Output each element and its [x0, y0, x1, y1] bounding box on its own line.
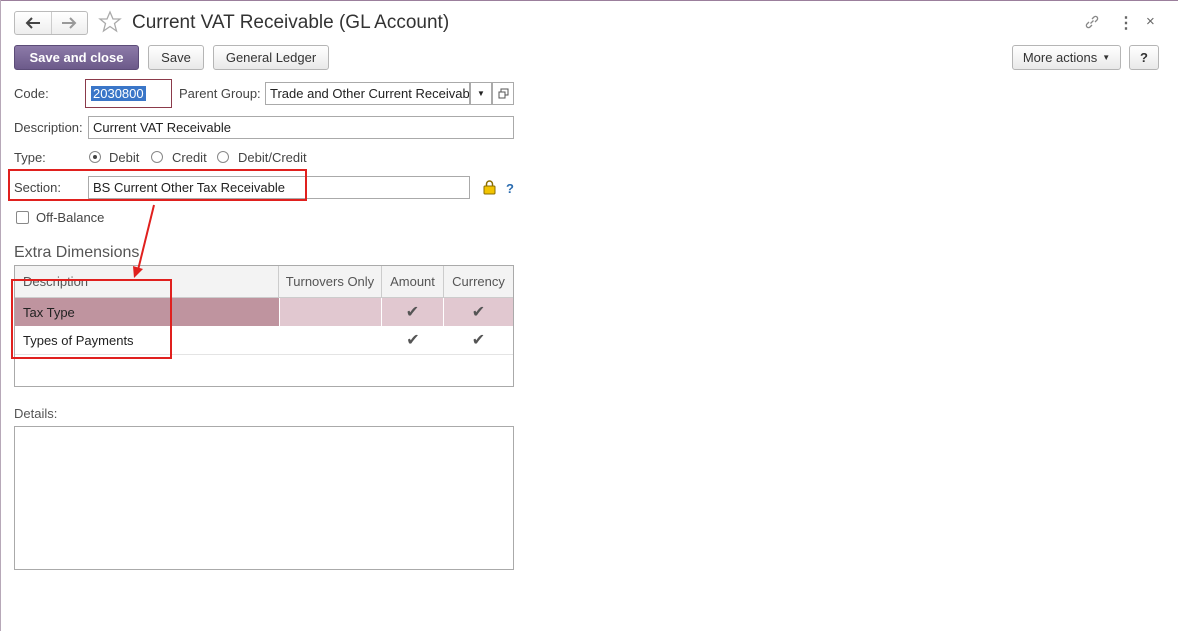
save-button[interactable]: Save [148, 45, 204, 70]
arrow-left-icon [25, 17, 40, 29]
more-actions-label: More actions [1022, 50, 1098, 65]
type-debit-credit-radio[interactable] [217, 151, 229, 163]
section-help-icon[interactable]: ? [506, 181, 514, 196]
code-value: 2030800 [91, 86, 146, 101]
more-menu-icon[interactable]: ⋮ [1118, 13, 1134, 33]
checkmark-icon: ✔ [471, 332, 486, 349]
description-input[interactable]: Current VAT Receivable [88, 116, 514, 139]
code-input[interactable]: 2030800 [85, 79, 172, 108]
annotation-highlight-section [8, 169, 307, 201]
column-header-currency[interactable]: Currency [444, 266, 513, 297]
page-title: Current VAT Receivable (GL Account) [132, 12, 450, 33]
annotation-arrow-icon [133, 204, 155, 278]
link-icon[interactable] [1084, 14, 1100, 33]
arrow-right-icon [62, 17, 77, 29]
type-label: Type: [14, 150, 46, 165]
type-credit-radio[interactable] [151, 151, 163, 163]
row-turnovers-only-cell[interactable] [279, 298, 382, 326]
lock-icon[interactable] [483, 179, 496, 198]
chevron-down-icon: ▼ [477, 89, 485, 98]
type-credit-label: Credit [172, 150, 207, 165]
annotation-highlight-dimensions [11, 279, 172, 359]
row-amount-cell[interactable]: ✔ [382, 326, 444, 354]
save-and-close-button[interactable]: Save and close [14, 45, 139, 70]
general-ledger-button[interactable]: General Ledger [213, 45, 329, 70]
extra-dimensions-title: Extra Dimensions [14, 244, 140, 261]
window-left-border [0, 0, 1, 631]
parent-group-open-button[interactable] [492, 82, 514, 105]
parent-group-input[interactable]: Trade and Other Current Receivabl [265, 82, 470, 105]
type-debit-radio[interactable] [89, 151, 101, 163]
row-amount-cell[interactable]: ✔ [382, 298, 444, 326]
details-label: Details: [14, 406, 58, 421]
close-icon[interactable]: × [1146, 13, 1155, 30]
nav-button-group [14, 11, 88, 35]
more-actions-button[interactable]: More actions ▼ [1012, 45, 1121, 70]
off-balance-checkbox[interactable] [16, 211, 29, 224]
column-header-turnovers-only[interactable]: Turnovers Only [279, 266, 382, 297]
code-label: Code: [14, 86, 49, 101]
row-currency-cell[interactable]: ✔ [444, 326, 513, 354]
row-turnovers-only-cell[interactable] [279, 326, 382, 354]
window-top-border [0, 0, 1178, 1]
parent-group-dropdown-button[interactable]: ▼ [470, 82, 492, 105]
checkmark-icon: ✔ [471, 304, 486, 321]
parent-group-label: Parent Group: [179, 86, 261, 101]
checkmark-icon: ✔ [405, 304, 420, 321]
chevron-down-icon: ▼ [1102, 53, 1111, 62]
row-currency-cell[interactable]: ✔ [444, 298, 513, 326]
type-debit-label: Debit [109, 150, 140, 165]
type-debit-credit-label: Debit/Credit [238, 150, 307, 165]
checkmark-icon: ✔ [406, 332, 420, 349]
description-label: Description: [14, 120, 83, 135]
forward-button[interactable] [51, 12, 87, 34]
help-button[interactable]: ? [1129, 45, 1159, 70]
open-window-icon [498, 88, 508, 99]
favorite-star-icon[interactable] [98, 10, 122, 37]
off-balance-label: Off-Balance [36, 210, 105, 225]
column-header-amount[interactable]: Amount [382, 266, 444, 297]
details-textarea[interactable] [14, 426, 514, 570]
back-button[interactable] [15, 12, 52, 34]
